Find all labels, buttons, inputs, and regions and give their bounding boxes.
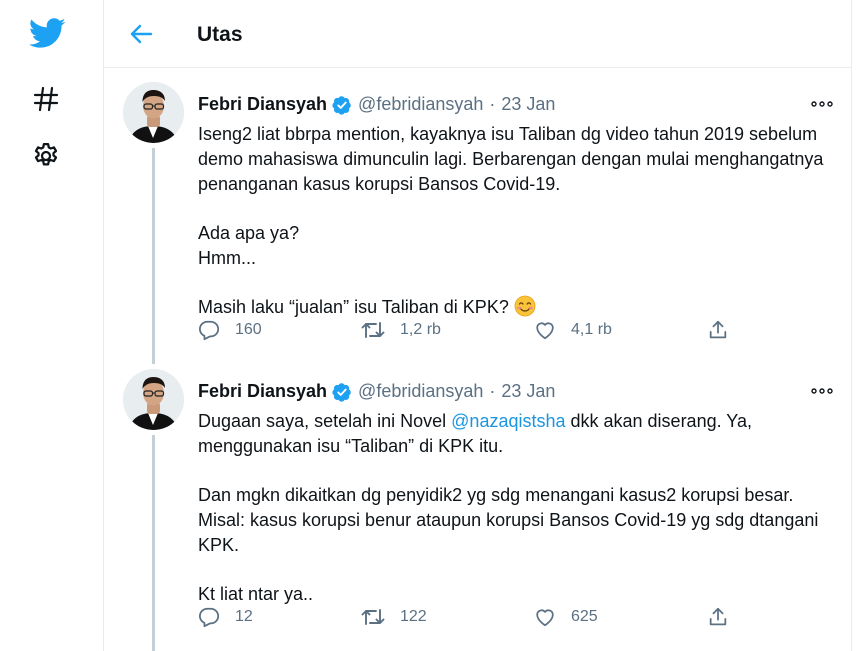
tweet-paragraph: Ada apa ya? Hmm... [198,223,300,268]
thread-line [152,148,155,364]
meta-separator: · [489,94,496,114]
reply-count: 160 [235,321,262,338]
mention-link[interactable]: @nazaqistsha [451,411,565,431]
share-icon [709,607,727,626]
tweet-header: Febri Diansyah @febridiansyah · 23 Jan [198,94,555,115]
settings-gear-icon[interactable] [30,140,62,172]
more-options-button[interactable] [810,96,834,112]
tweet[interactable]: Febri Diansyah @febridiansyah · 23 Jan D… [104,369,851,651]
tweet-text: Iseng2 liat bbrpa mention, kayaknya isu … [198,122,828,324]
reply-icon [199,320,219,341]
tweet-paragraph-text: Dugaan saya, setelah ini Novel [198,411,452,431]
retweet-count: 1,2 rb [400,321,441,338]
retweet-button[interactable]: 1,2 rb [361,317,441,343]
tweet-header: Febri Diansyah @febridiansyah · 23 Jan [198,381,555,402]
retweet-button[interactable]: 122 [361,604,427,630]
tweet[interactable]: Febri Diansyah @febridiansyah · 23 Jan I… [104,82,851,364]
back-button[interactable] [126,19,156,49]
like-count: 625 [571,608,598,625]
reply-count: 12 [235,608,253,625]
page-title: Utas [197,23,243,46]
meta-separator: · [489,381,496,401]
tweet-actions: 12 122 625 [198,604,738,630]
more-dots-icon [811,388,833,394]
tweet-actions: 160 1,2 rb 4,1 rb [198,317,738,343]
tweet-text: Dugaan saya, setelah ini Novel @nazaqist… [198,409,828,607]
retweet-count: 122 [400,608,427,625]
retweet-icon [361,609,385,625]
author-name[interactable]: Febri Diansyah [198,94,327,115]
more-options-button[interactable] [810,383,834,399]
like-count: 4,1 rb [571,321,612,338]
verified-badge-icon [332,382,352,402]
reply-button[interactable]: 160 [198,317,262,343]
tweet-paragraph: Iseng2 liat bbrpa mention, kayaknya isu … [198,124,829,194]
share-button[interactable] [707,604,729,630]
reply-icon [199,607,219,628]
more-dots-icon [811,101,833,107]
tweet-paragraph: Dugaan saya, setelah ini Novel @nazaqist… [198,409,828,459]
twitter-logo-icon[interactable] [28,16,66,50]
arrow-left-icon [130,24,153,44]
author-handle[interactable]: @febridiansyah [358,94,483,115]
avatar[interactable] [123,82,184,143]
retweet-icon [361,322,385,338]
tweet-date[interactable]: 23 Jan [501,381,555,402]
heart-icon [536,322,554,340]
tweet-paragraph-text: Masih laku “jualan” isu Taliban di KPK? [198,297,514,317]
thread-line [152,435,155,651]
verified-badge-icon [332,95,352,115]
share-button[interactable] [707,317,729,343]
tweet-paragraph: Dan mgkn dikaitkan dg penyidik2 yg sdg m… [198,485,824,555]
main-column: Utas Febri Diansyah @febridiansyah · 23 … [103,0,852,651]
avatar[interactable] [123,369,184,430]
sidebar [0,0,103,651]
reply-button[interactable]: 12 [198,604,253,630]
like-button[interactable]: 625 [534,604,598,630]
hashtag-icon[interactable] [30,83,62,115]
tweet-date[interactable]: 23 Jan [501,94,555,115]
page-header: Utas [104,0,851,68]
heart-icon [536,609,554,627]
author-handle[interactable]: @febridiansyah [358,381,483,402]
author-name[interactable]: Febri Diansyah [198,381,327,402]
like-button[interactable]: 4,1 rb [534,317,612,343]
share-icon [709,320,727,339]
